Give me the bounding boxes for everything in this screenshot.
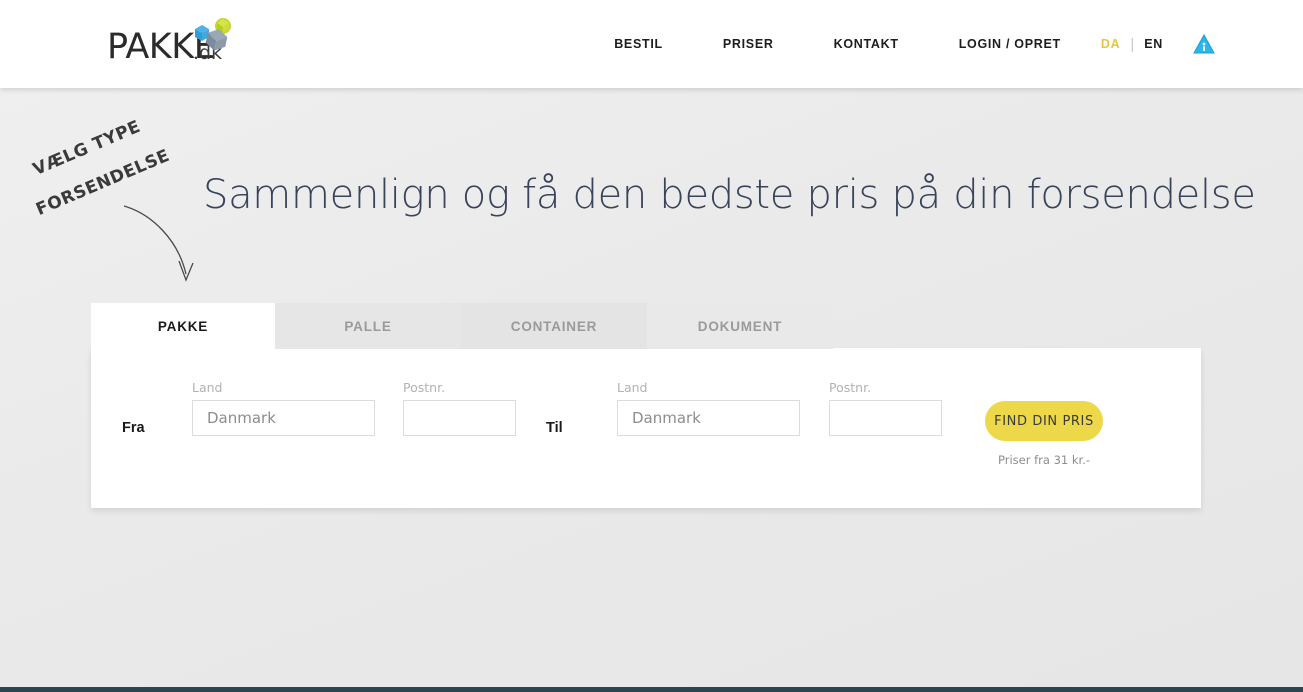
price-search-panel: Fra Land Postnr. Til Land Postnr. FIND D…	[91, 348, 1201, 508]
tab-palle[interactable]: PALLE	[275, 303, 461, 349]
to-leg-label: Til	[546, 420, 563, 436]
from-leg-label: Fra	[122, 420, 145, 436]
site-logo[interactable]: PAKKE .dk	[107, 16, 237, 68]
annotation-arrow-icon	[123, 205, 194, 282]
main-navigation: BESTIL PRISER KONTAKT LOGIN / OPRET DA |…	[584, 0, 1215, 88]
language-en[interactable]: EN	[1134, 37, 1173, 51]
info-triangle-icon[interactable]	[1193, 34, 1215, 54]
site-header: PAKKE .dk BESTIL PRISER KONTAKT LOGIN / …	[0, 0, 1303, 88]
find-price-button[interactable]: FIND DIN PRIS	[985, 401, 1103, 441]
to-zip-input[interactable]	[829, 399, 942, 436]
hero-annotation: VÆLG TYPE FORSENDELSE	[26, 117, 226, 302]
to-zip-label: Postnr.	[829, 380, 872, 395]
from-zip-field: Postnr.	[403, 380, 516, 436]
price-note: Priser fra 31 kr.-	[997, 453, 1090, 467]
nav-item-bestil[interactable]: BESTIL	[584, 37, 693, 51]
from-zip-label: Postnr.	[403, 380, 446, 395]
nav-item-priser[interactable]: PRISER	[693, 37, 804, 51]
footer-edge	[0, 687, 1303, 692]
tab-dokument[interactable]: DOKUMENT	[647, 303, 833, 349]
from-country-input[interactable]	[192, 399, 375, 436]
tab-container[interactable]: CONTAINER	[461, 303, 647, 349]
to-country-field: Land	[617, 380, 800, 436]
nav-item-kontakt[interactable]: KONTAKT	[804, 37, 929, 51]
tab-pakke[interactable]: PAKKE	[91, 303, 275, 349]
to-zip-field: Postnr.	[829, 380, 942, 436]
from-country-label: Land	[192, 380, 223, 395]
shipping-form: Fra Land Postnr. Til Land Postnr. FIND D…	[91, 348, 1201, 508]
from-country-field: Land	[192, 380, 375, 436]
to-country-label: Land	[617, 380, 648, 395]
packages-icon	[195, 18, 231, 50]
annotation-line-1: VÆLG TYPE	[30, 116, 144, 180]
from-zip-input[interactable]	[403, 399, 516, 436]
page-title: Sammenlign og få den bedste pris på din …	[203, 172, 1256, 218]
nav-item-login-opret[interactable]: LOGIN / OPRET	[929, 37, 1091, 51]
language-da[interactable]: DA	[1091, 37, 1130, 51]
shipment-type-tabs: PAKKE PALLE CONTAINER DOKUMENT	[91, 303, 833, 349]
to-country-input[interactable]	[617, 399, 800, 436]
annotation-line-2: FORSENDELSE	[33, 145, 173, 220]
